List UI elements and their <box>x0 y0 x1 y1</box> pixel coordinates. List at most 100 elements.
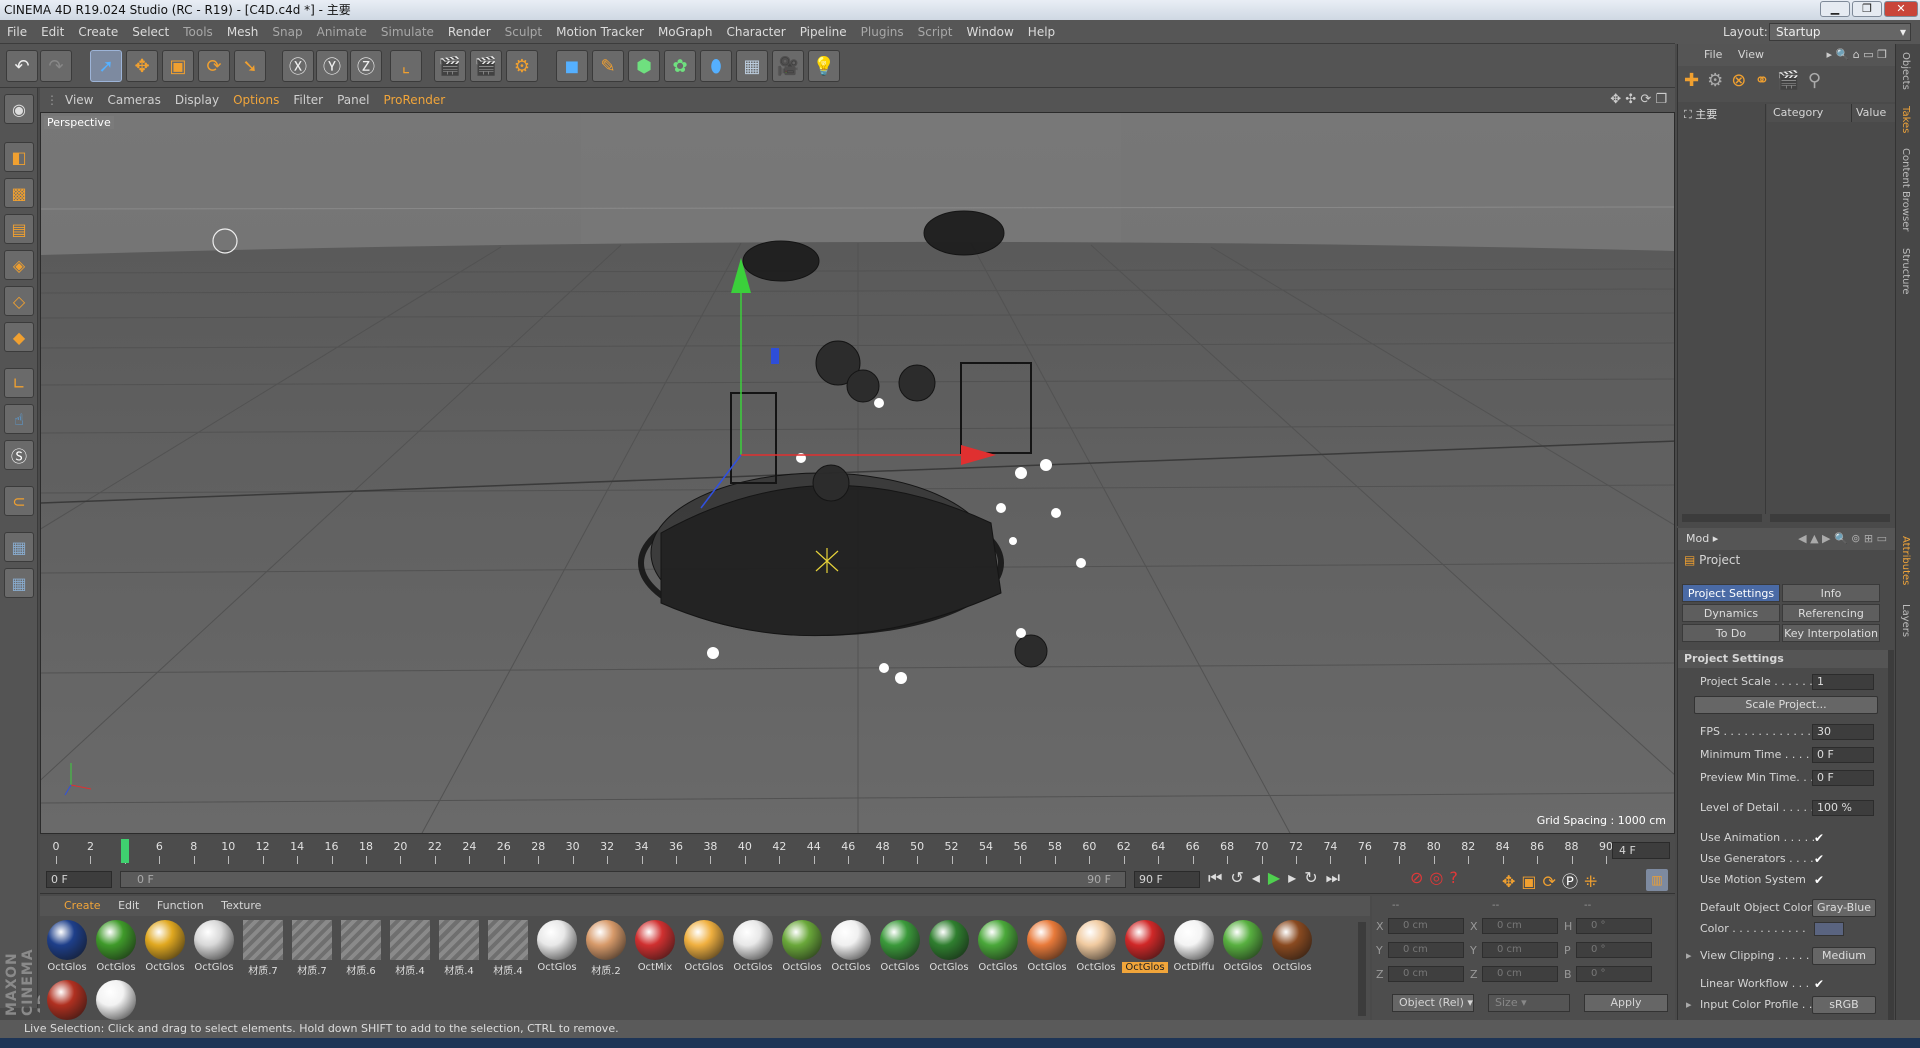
move-icon[interactable]: ✥ <box>126 50 158 82</box>
perspective-viewport[interactable]: Perspective Grid Spacing : 1000 cm <box>40 112 1675 834</box>
take-link-icon[interactable]: ⚭ <box>1754 70 1777 91</box>
coord-input[interactable]: 0 cm <box>1482 918 1558 934</box>
project-scale-input[interactable]: 1 <box>1812 674 1874 690</box>
tab-project-settings[interactable]: Project Settings <box>1682 584 1780 602</box>
side-tab-layers[interactable]: Layers <box>1900 604 1911 637</box>
menu-pipeline[interactable]: Pipeline <box>793 20 854 44</box>
menu-animate[interactable]: Animate <box>310 20 374 44</box>
key-parameter-icon[interactable]: Ⓟ <box>1562 872 1584 891</box>
coord-apply-button[interactable]: Apply <box>1584 994 1668 1012</box>
viewport-navigation-icons[interactable]: ✥ ✣ ⟳ ❐ <box>1610 88 1667 112</box>
menu-mesh[interactable]: Mesh <box>220 20 266 44</box>
take-override-icon[interactable]: ⊗ <box>1731 70 1754 91</box>
vp-menu-panel[interactable]: Panel <box>330 88 376 112</box>
layout-dropdown[interactable]: Startup ▾ <box>1769 23 1911 41</box>
material-swatch[interactable]: OctGlos <box>877 918 923 976</box>
menu-tools[interactable]: Tools <box>176 20 220 44</box>
coord-input[interactable]: 0 ° <box>1576 966 1652 982</box>
menu-motion-tracker[interactable]: Motion Tracker <box>549 20 651 44</box>
material-swatch[interactable]: OctGlos <box>93 918 139 976</box>
coord-input[interactable]: 0 cm <box>1482 942 1558 958</box>
take-lock-icon[interactable]: ⚲ <box>1808 70 1829 91</box>
use-motion-checkbox[interactable]: ✔ <box>1814 870 1824 890</box>
polygons-mode-icon[interactable]: ◆ <box>4 322 34 352</box>
menu-mograph[interactable]: MoGraph <box>651 20 720 44</box>
rotate-icon[interactable]: ⟳ <box>198 50 230 82</box>
camera-icon[interactable]: 🎥 <box>772 50 804 82</box>
attr-mode-menu[interactable]: Mod <box>1686 532 1709 545</box>
z-axis-lock-icon[interactable]: Ⓩ <box>350 50 382 82</box>
tab-dynamics[interactable]: Dynamics <box>1682 604 1780 622</box>
expand-arrow-icon[interactable]: ▸ <box>1686 946 1692 966</box>
close-button[interactable]: ✕ <box>1884 1 1918 17</box>
attr-v-scrollbar[interactable] <box>1888 650 1894 1020</box>
scale-icon[interactable]: ▣ <box>162 50 194 82</box>
menu-window[interactable]: Window <box>959 20 1020 44</box>
coord-input[interactable]: 0 ° <box>1576 918 1652 934</box>
menu-snap[interactable]: Snap <box>265 20 309 44</box>
material-swatch[interactable]: OctGlos <box>1073 918 1119 976</box>
value-h-scrollbar[interactable] <box>1770 514 1890 522</box>
vp-menu-cameras[interactable]: Cameras <box>100 88 167 112</box>
key-scale-icon[interactable]: ▣ <box>1521 872 1542 891</box>
menu-edit[interactable]: Edit <box>34 20 71 44</box>
record-icon[interactable]: ⊘ <box>1410 868 1429 887</box>
timeline-ruler[interactable]: 0 2 46 8 10 12 14 16 18 20 22 24 26 28 30 32 34 36 38 40 42 4… <box>40 836 1675 866</box>
menu-render[interactable]: Render <box>441 20 498 44</box>
material-swatch[interactable]: OctMix <box>632 918 678 976</box>
frame-range-slider[interactable]: 0 F 90 F <box>120 871 1126 888</box>
key-pla-icon[interactable]: ⁜ <box>1584 872 1603 891</box>
material-swatch[interactable]: OctGlos <box>730 918 776 976</box>
deformer-icon[interactable]: ⬮ <box>700 50 732 82</box>
cloner-icon[interactable]: ✿ <box>664 50 696 82</box>
axis-mode-icon[interactable]: ∟ <box>4 368 34 398</box>
material-swatch[interactable]: OctGlos <box>1024 918 1070 976</box>
coord-size-dropdown[interactable]: Size ▾ <box>1488 994 1570 1012</box>
maximize-button[interactable]: ❐ <box>1852 1 1882 17</box>
material-swatch[interactable]: OctDiffu <box>1171 918 1217 976</box>
edges-mode-icon[interactable]: ◇ <box>4 286 34 316</box>
tab-referencing[interactable]: Referencing <box>1782 604 1880 622</box>
obj-menu-view[interactable]: View <box>1738 48 1764 61</box>
menu-script[interactable]: Script <box>911 20 960 44</box>
menu-select[interactable]: Select <box>125 20 176 44</box>
x-axis-lock-icon[interactable]: Ⓧ <box>282 50 314 82</box>
material-swatch[interactable]: OctGlos <box>1220 918 1266 976</box>
material-swatch[interactable]: 材质.4 <box>485 918 531 977</box>
use-generators-checkbox[interactable]: ✔ <box>1814 849 1824 869</box>
material-swatch[interactable]: OctGlos <box>828 918 874 976</box>
texture-mode-icon[interactable]: ▩ <box>4 178 34 208</box>
material-swatch[interactable]: OctGlos <box>534 918 580 976</box>
autokey-icon[interactable]: ◎ <box>1429 868 1449 887</box>
default-color-dropdown[interactable]: Gray-Blue <box>1812 899 1876 917</box>
coord-input[interactable]: 0 cm <box>1388 918 1464 934</box>
keyframe-selection-icon[interactable]: ? <box>1449 868 1464 887</box>
material-swatch[interactable]: OctGlos <box>926 918 972 976</box>
coord-input[interactable]: 0 cm <box>1388 966 1464 982</box>
menu-sculpt[interactable]: Sculpt <box>498 20 549 44</box>
vp-menu-filter[interactable]: Filter <box>286 88 330 112</box>
workplane-mode-icon[interactable]: ▤ <box>4 214 34 244</box>
material-swatch[interactable]: 材质.7 <box>240 918 286 977</box>
coord-input[interactable]: 0 cm <box>1482 966 1558 982</box>
use-animation-checkbox[interactable]: ✔ <box>1814 828 1824 848</box>
material-swatch[interactable]: OctGlos <box>975 918 1021 976</box>
coordinate-system-icon[interactable]: ⌞ <box>390 50 422 82</box>
coord-input[interactable]: 0 cm <box>1388 942 1464 958</box>
cube-primitive-icon[interactable]: ◼ <box>556 50 588 82</box>
vp-menu-prorender[interactable]: ProRender <box>376 88 452 112</box>
vp-menu-view[interactable]: View <box>58 88 100 112</box>
lod-input[interactable]: 100 % <box>1812 800 1874 816</box>
redo-icon[interactable]: ↷ <box>40 50 72 82</box>
object-manager-tools-icons[interactable]: ▸ 🔍 ⌂ ▭ ❐ <box>1827 44 1887 66</box>
side-tab-structure[interactable]: Structure <box>1900 248 1911 295</box>
play-icon[interactable]: ▶ <box>1268 868 1288 887</box>
timeline-window-icon[interactable]: ▥ <box>1646 869 1668 891</box>
take-add-icon[interactable]: ✚ <box>1684 70 1707 91</box>
model-mode-icon[interactable]: ◧ <box>4 142 34 172</box>
take-camera-icon[interactable]: ⚙ <box>1707 70 1731 91</box>
key-position-icon[interactable]: ✥ <box>1502 872 1521 891</box>
attr-nav-icons[interactable]: ◀ ▲ ▶ 🔍 ⊚ ⊞ ▭ <box>1798 528 1887 550</box>
take-render-icon[interactable]: 🎬 <box>1777 70 1807 91</box>
render-settings-icon[interactable]: ⚙ <box>506 50 538 82</box>
